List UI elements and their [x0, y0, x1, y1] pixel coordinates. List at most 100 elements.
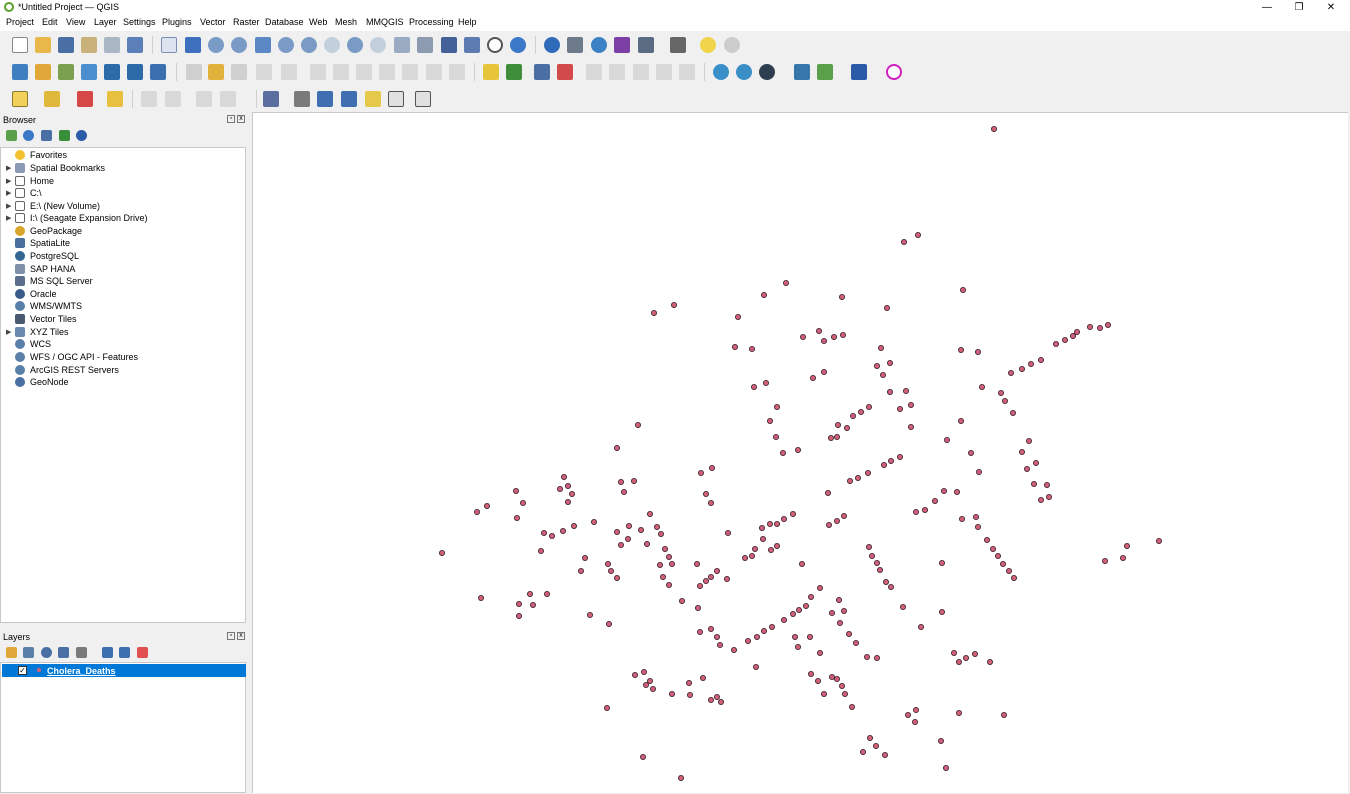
new-mesh-layer-icon[interactable] — [150, 64, 166, 80]
menu-view[interactable]: View — [66, 17, 85, 27]
cholera-death-point[interactable] — [702, 577, 709, 584]
cholera-death-point[interactable] — [841, 607, 848, 614]
cholera-death-point[interactable] — [590, 518, 597, 525]
current-edits-icon[interactable] — [186, 64, 202, 80]
filter-by-expression-icon[interactable] — [76, 647, 87, 658]
annotation-text-icon[interactable] — [263, 91, 279, 107]
cholera-death-point[interactable] — [915, 232, 922, 239]
refresh-browser-icon[interactable] — [23, 130, 34, 141]
cholera-death-point[interactable] — [1011, 574, 1018, 581]
menu-mesh[interactable]: Mesh — [335, 17, 357, 27]
cholera-death-point[interactable] — [888, 583, 895, 590]
cholera-death-point[interactable] — [1028, 360, 1035, 367]
cholera-death-point[interactable] — [884, 304, 891, 311]
annotation-polygon-icon[interactable] — [317, 91, 333, 107]
cholera-death-point[interactable] — [826, 521, 833, 528]
expand-arrow-icon[interactable]: ▶ — [6, 164, 11, 172]
expand-arrow-icon[interactable]: ▶ — [6, 189, 11, 197]
cholera-death-point[interactable] — [724, 529, 731, 536]
cholera-death-point[interactable] — [665, 553, 672, 560]
cholera-death-point[interactable] — [958, 417, 965, 424]
layout-manager-icon[interactable] — [104, 37, 120, 53]
cholera-death-point[interactable] — [865, 469, 872, 476]
cholera-death-point[interactable] — [795, 446, 802, 453]
cholera-death-point[interactable] — [653, 523, 660, 530]
cholera-death-point[interactable] — [781, 616, 788, 623]
cholera-death-point[interactable] — [604, 560, 611, 567]
expand-all-icon[interactable] — [102, 647, 113, 658]
cholera-death-point[interactable] — [901, 239, 908, 246]
cholera-death-point[interactable] — [1087, 323, 1094, 330]
cholera-death-point[interactable] — [834, 517, 841, 524]
cholera-death-point[interactable] — [694, 604, 701, 611]
cholera-death-point[interactable] — [1024, 465, 1031, 472]
annotation-line-icon[interactable] — [341, 91, 357, 107]
cholera-death-point[interactable] — [670, 301, 677, 308]
select-by-value-icon[interactable] — [44, 91, 60, 107]
cholera-death-point[interactable] — [846, 631, 853, 638]
cholera-death-point[interactable] — [1008, 369, 1015, 376]
zoom-in-icon[interactable] — [208, 37, 224, 53]
cholera-death-point[interactable] — [515, 600, 522, 607]
new-temporary-layer-icon[interactable] — [104, 64, 120, 80]
menu-settings[interactable]: Settings — [123, 17, 156, 27]
cholera-death-point[interactable] — [991, 125, 998, 132]
cholera-death-point[interactable] — [668, 691, 675, 698]
browser-item-spatialite[interactable]: SpatiaLite — [1, 237, 241, 249]
menu-raster[interactable]: Raster — [233, 17, 260, 27]
cholera-death-point[interactable] — [1010, 409, 1017, 416]
cholera-death-point[interactable] — [1000, 560, 1007, 567]
text-annotation-icon[interactable] — [415, 91, 431, 107]
menu-project[interactable]: Project — [6, 17, 34, 27]
browser-item-xyz-tiles[interactable]: ▶ XYZ Tiles — [1, 326, 241, 338]
cholera-death-point[interactable] — [586, 611, 593, 618]
cholera-death-point[interactable] — [693, 560, 700, 567]
select-annotation-icon[interactable] — [294, 91, 310, 107]
cholera-death-point[interactable] — [821, 691, 828, 698]
cholera-death-point[interactable] — [661, 545, 668, 552]
cholera-death-point[interactable] — [656, 561, 663, 568]
cholera-death-point[interactable] — [1002, 397, 1009, 404]
cholera-death-point[interactable] — [769, 623, 776, 630]
browser-item-sap-hana[interactable]: SAP HANA — [1, 263, 241, 275]
cholera-death-point[interactable] — [650, 309, 657, 316]
restore-button[interactable]: ❐ — [1283, 0, 1315, 15]
cholera-death-point[interactable] — [821, 337, 828, 344]
browser-item-wcs[interactable]: WCS — [1, 338, 241, 350]
browser-item-postgresql[interactable]: PostgreSQL — [1, 250, 241, 262]
browser-item-vector-tiles[interactable]: Vector Tiles — [1, 313, 241, 325]
cholera-death-point[interactable] — [874, 559, 881, 566]
cholera-death-point[interactable] — [939, 559, 946, 566]
cholera-death-point[interactable] — [888, 457, 895, 464]
plugin-manager-icon[interactable] — [817, 64, 833, 80]
label-tool-icon[interactable] — [483, 64, 499, 80]
cholera-death-point[interactable] — [519, 499, 526, 506]
cholera-death-point[interactable] — [1156, 537, 1163, 544]
cholera-death-point[interactable] — [1120, 554, 1127, 561]
cholera-death-point[interactable] — [913, 707, 920, 714]
style-manager-icon[interactable] — [127, 37, 143, 53]
cholera-death-point[interactable] — [829, 674, 836, 681]
menu-layer[interactable]: Layer — [94, 17, 117, 27]
cholera-death-point[interactable] — [767, 520, 774, 527]
cholera-death-point[interactable] — [1006, 567, 1013, 574]
zoom-to-selection-icon[interactable] — [278, 37, 294, 53]
cholera-death-point[interactable] — [897, 405, 904, 412]
web-service-icon[interactable] — [759, 64, 775, 80]
minimize-button[interactable]: — — [1251, 0, 1283, 15]
cholera-death-point[interactable] — [1124, 542, 1131, 549]
add-feature-icon[interactable] — [256, 64, 272, 80]
cholera-death-point[interactable] — [713, 567, 720, 574]
cholera-death-point[interactable] — [515, 612, 522, 619]
cholera-death-point[interactable] — [564, 482, 571, 489]
cholera-death-point[interactable] — [713, 694, 720, 701]
zoom-to-layer-icon[interactable] — [301, 37, 317, 53]
new-3d-map-view-icon[interactable] — [417, 37, 433, 53]
cholera-death-point[interactable] — [975, 523, 982, 530]
cholera-death-point[interactable] — [657, 530, 664, 537]
cholera-death-point[interactable] — [1046, 493, 1053, 500]
zoom-next-icon[interactable] — [370, 37, 386, 53]
cholera-death-point[interactable] — [829, 609, 836, 616]
new-virtual-layer-icon[interactable] — [127, 64, 143, 80]
cholera-death-point[interactable] — [839, 293, 846, 300]
